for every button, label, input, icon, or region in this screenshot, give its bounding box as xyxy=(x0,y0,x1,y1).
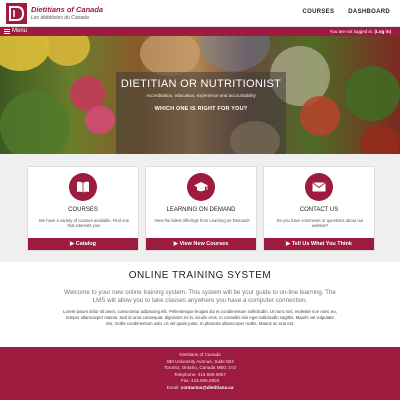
footer: Dietitians of Canada 480 University Aven… xyxy=(0,347,400,400)
nav-courses-link[interactable]: COURSES xyxy=(303,9,335,15)
header: Dietitians of Canada Les diététistes du … xyxy=(0,0,400,27)
card-title: COURSES xyxy=(68,207,98,213)
logo[interactable]: Dietitians of Canada Les diététistes du … xyxy=(6,3,103,24)
intro-section: ONLINE TRAINING SYSTEM Welcome to your n… xyxy=(0,262,400,347)
card-title: CONTACT US xyxy=(299,207,339,213)
brand-name-en: Dietitians of Canada xyxy=(31,4,104,14)
card-description: We have a variety of courses available. … xyxy=(38,218,130,228)
view-new-courses-label: View New Courses xyxy=(179,241,229,247)
envelope-icon xyxy=(305,173,333,201)
section-lead: Welcome to your new online training syst… xyxy=(64,289,336,304)
hamburger-icon xyxy=(4,29,10,34)
section-body: Lorem ipsum dolor sit amet, consectetur … xyxy=(63,309,337,326)
nav-dashboard-link[interactable]: DASHBOARD xyxy=(348,9,390,15)
card-description: View the latest offerings from Learning … xyxy=(154,218,250,223)
brand-name-fr: Les diététistes du Canada xyxy=(31,14,89,21)
graduation-cap-icon xyxy=(187,173,215,201)
catalog-button[interactable]: ▶ Catalog xyxy=(28,238,138,250)
feature-cards: COURSES We have a variety of courses ava… xyxy=(0,154,400,262)
footer-email-label: Email: xyxy=(166,384,180,390)
card-courses: COURSES We have a variety of courses ava… xyxy=(27,166,139,251)
logo-mark-icon xyxy=(6,3,27,24)
feedback-button-label: Tell Us What You Think xyxy=(291,241,352,247)
card-learning-on-demand: LEARNING ON DEMAND View the latest offer… xyxy=(145,166,257,251)
card-contact-us: CONTACT US Do you have comments or quest… xyxy=(263,166,375,251)
catalog-button-label: Catalog xyxy=(75,241,96,247)
hero-subtitle: Accreditation, education, experience and… xyxy=(146,93,256,98)
book-icon xyxy=(69,173,97,201)
hero-cta-link[interactable]: WHICH ONE IS RIGHT FOR YOU? xyxy=(116,106,286,112)
hero-title: DIETITIAN OR NUTRITIONIST xyxy=(120,78,282,90)
menu-label: Menu xyxy=(12,28,28,34)
login-link[interactable]: (Log in) xyxy=(375,29,392,34)
footer-email-link[interactable]: contactus@dietitians.ca xyxy=(181,385,234,390)
hero-banner: DIETITIAN OR NUTRITIONIST Accreditation,… xyxy=(0,36,400,154)
login-status-text: You are not logged in. xyxy=(329,29,374,34)
menu-button[interactable]: Menu xyxy=(4,27,27,36)
hero-caption: DIETITIAN OR NUTRITIONIST Accreditation,… xyxy=(116,72,286,154)
login-status: You are not logged in. (Log in) xyxy=(330,27,391,36)
card-description: Do you have comments or questions about … xyxy=(276,218,364,228)
feedback-button[interactable]: ▶ Tell Us What You Think xyxy=(264,238,374,250)
card-title: LEARNING ON DEMAND xyxy=(166,207,236,213)
menu-bar: Menu You are not logged in. (Log in) xyxy=(0,27,400,36)
view-new-courses-button[interactable]: ▶ View New Courses xyxy=(146,238,256,250)
section-title: ONLINE TRAINING SYSTEM xyxy=(128,270,272,281)
